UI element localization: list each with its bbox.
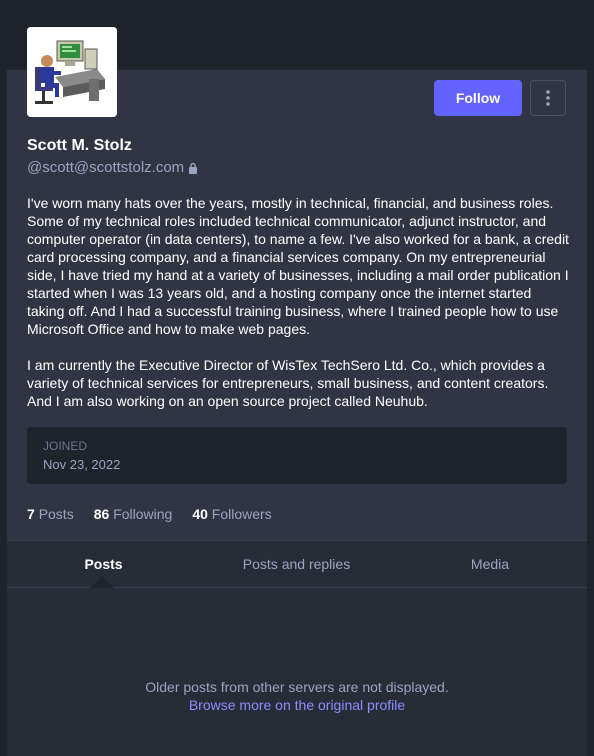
joined-info: JOINED Nov 23, 2022 xyxy=(27,427,567,484)
avatar-image xyxy=(27,27,117,117)
display-name: Scott M. Stolz xyxy=(27,137,132,154)
profile-bio: I've worn many hats over the years, most… xyxy=(27,194,572,428)
more-options-button[interactable] xyxy=(530,80,566,116)
following-count-link[interactable]: 86 Following xyxy=(94,506,173,522)
followers-count-label: Followers xyxy=(211,506,272,522)
account-counts: 7 Posts 86 Following 40 Followers xyxy=(27,506,272,522)
posts-count-label: Posts xyxy=(38,506,74,522)
empty-state: Older posts from other servers are not d… xyxy=(7,678,587,714)
account-handle: @scott@scottstolz.com xyxy=(27,159,198,176)
lock-icon xyxy=(189,162,198,174)
followers-count: 40 xyxy=(192,506,208,522)
posts-count-link[interactable]: 7 Posts xyxy=(27,506,74,522)
original-profile-link[interactable]: Browse more on the original profile xyxy=(7,696,587,714)
handle-text: @scott@scottstolz.com xyxy=(27,159,185,176)
kebab-menu-icon xyxy=(546,90,550,106)
following-count-label: Following xyxy=(113,506,173,522)
joined-date: Nov 23, 2022 xyxy=(43,457,121,472)
followers-count-link[interactable]: 40 Followers xyxy=(192,506,271,522)
posts-count: 7 xyxy=(27,506,35,522)
bio-paragraph: I've worn many hats over the years, most… xyxy=(27,195,569,337)
follow-button[interactable]: Follow xyxy=(434,80,522,116)
following-count: 86 xyxy=(93,506,110,522)
empty-message: Older posts from other servers are not d… xyxy=(145,679,449,695)
timeline-empty-area: Older posts from other servers are not d… xyxy=(7,588,587,756)
active-tab-indicator xyxy=(90,576,114,588)
tab-posts-and-replies[interactable]: Posts and replies xyxy=(200,541,393,587)
bio-paragraph: I am currently the Executive Director of… xyxy=(27,357,549,409)
tab-media[interactable]: Media xyxy=(393,541,587,587)
avatar[interactable] xyxy=(27,27,117,117)
joined-label: JOINED xyxy=(43,439,88,453)
